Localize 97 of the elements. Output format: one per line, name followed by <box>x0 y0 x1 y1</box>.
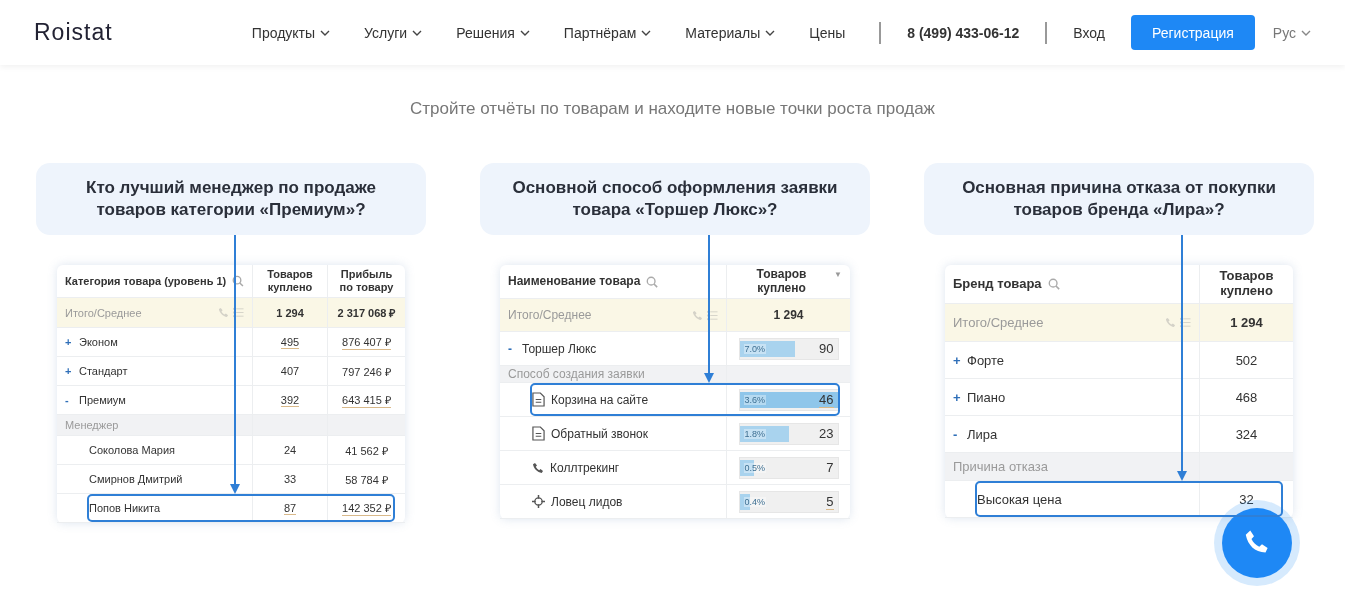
table-cell: 33 <box>283 473 297 485</box>
chevron-down-icon <box>641 29 652 36</box>
chevron-down-icon <box>519 29 530 36</box>
nav-menu-item[interactable]: Услуги <box>364 24 423 41</box>
table-cell: 324 <box>1235 426 1258 442</box>
table-cell: Попов Никита <box>89 502 161 514</box>
search-icon[interactable] <box>232 275 244 287</box>
table-cell: 24 <box>283 444 297 456</box>
expand-toggle[interactable]: - <box>953 426 961 442</box>
register-button[interactable]: Регистрация <box>1130 15 1255 50</box>
percent-label: 3.6% <box>743 394 766 405</box>
table-cell: Премиум <box>79 394 126 406</box>
percent-label: 7.0% <box>743 343 766 354</box>
language-selector[interactable]: Рус <box>1272 24 1311 41</box>
document-icon <box>532 392 545 407</box>
chevron-down-icon <box>320 29 331 36</box>
table-cell: Ловец лидов <box>551 494 623 509</box>
table-cell: Смирнов Дмитрий <box>89 473 183 485</box>
call-button[interactable] <box>1222 508 1292 578</box>
table-cell: 502 <box>1235 352 1258 368</box>
expand-toggle[interactable]: - <box>508 341 516 356</box>
table-cell: 1 294 <box>276 306 304 319</box>
login-link[interactable]: Вход <box>1073 24 1105 41</box>
table-cell: 46 <box>819 391 834 408</box>
question-bubble: Основная причина отказа от покупки товаров бренда «Лира»? <box>924 163 1314 235</box>
table-cell: Коллтрекинг <box>550 460 620 475</box>
percent-label: 0.4% <box>743 496 766 507</box>
crosshair-icon <box>532 495 545 508</box>
table-cell: 5 <box>826 493 834 510</box>
table-cell: 90 <box>819 341 834 356</box>
chevron-down-icon <box>1301 29 1311 36</box>
table-cell: Корзина на сайте <box>551 392 649 407</box>
phone-number-link[interactable]: 8 (499) 433-06-12 <box>907 24 1020 41</box>
table-cell: Пиано <box>967 389 1006 405</box>
table-cell: 1 294 <box>773 308 804 322</box>
document-icon <box>532 426 545 441</box>
phone-icon <box>532 461 544 474</box>
expand-toggle[interactable]: - <box>65 394 73 406</box>
nav-menu-item[interactable]: Партнёрам <box>563 24 652 41</box>
expand-toggle[interactable]: + <box>953 352 961 368</box>
table-cell: 876 407 ₽ <box>342 334 391 350</box>
table-cell: Соколова Мария <box>89 444 176 456</box>
column-header[interactable]: Наименование товара <box>508 274 641 289</box>
column-header[interactable]: Бренд товара <box>953 276 1042 292</box>
expand-toggle[interactable]: + <box>953 389 961 405</box>
column-header[interactable]: Категория товара (уровень 1) <box>65 274 227 288</box>
table-cell-text: 58 784 ₽ <box>345 472 388 487</box>
chevron-down-icon <box>412 29 423 36</box>
table-cell: Причина отказа <box>953 459 1049 474</box>
table-cell-text: 41 562 ₽ <box>345 443 388 458</box>
section-subtitle: Стройте отчёты по товарам и находите новые точки роста продаж <box>409 99 936 119</box>
table-cell: 87 <box>283 501 297 515</box>
expand-toggle[interactable]: + <box>65 336 73 348</box>
table-cell: Эконом <box>79 336 118 348</box>
column-header[interactable]: Товаров куплено <box>261 268 319 294</box>
list-icon[interactable] <box>707 309 718 321</box>
table-cell-text: 797 246 ₽ <box>342 364 391 379</box>
percent-label: 0.5% <box>743 462 766 473</box>
question-bubble: Основной способ оформления заявки товара «Торшер Люкс»? <box>480 163 870 235</box>
nav-menu-item[interactable]: Решения <box>456 24 530 41</box>
table-cell: 468 <box>1235 389 1258 405</box>
logo[interactable]: Roistat <box>34 19 113 46</box>
table-cell: Торшер Люкс <box>522 341 597 356</box>
table-cell: Итого/Среднее <box>953 315 1044 330</box>
table-cell-text: 2 317 068 ₽ <box>337 306 396 320</box>
nav-menu-item[interactable]: Продукты <box>251 24 331 41</box>
table-cell: Обратный звонок <box>551 426 649 441</box>
table-cell: Стандарт <box>79 365 128 377</box>
percent-label: 1.8% <box>743 428 766 439</box>
table-cell: 23 <box>819 426 834 441</box>
table-cell: 392 <box>280 393 300 407</box>
column-header[interactable]: Товаров куплено <box>735 267 829 296</box>
table-cell: Менеджер <box>65 419 119 431</box>
table-cell: Итого/Среднее <box>508 308 592 322</box>
table-cell: 643 415 ₽ <box>342 392 391 408</box>
table-cell: 495 <box>280 335 300 349</box>
list-icon[interactable] <box>233 307 244 318</box>
question-bubble: Кто лучший менеджер по продаже товаров категории «Премиум»? <box>36 163 426 235</box>
table-cell: 7 <box>826 460 834 475</box>
table-cell: 142 352 ₽ <box>342 500 391 516</box>
expand-toggle[interactable]: + <box>65 365 73 377</box>
table-cell: 32 <box>1239 491 1254 507</box>
table-cell: Способ создания заявки <box>508 367 645 381</box>
table-cell: Высокая цена <box>977 491 1062 507</box>
nav-menu-item[interactable]: Материалы <box>685 24 776 41</box>
column-header[interactable]: Товаров куплено <box>1208 269 1285 299</box>
table-cell: Форте <box>967 352 1005 368</box>
table-cell: Лира <box>967 426 998 442</box>
table-cell: 407 <box>280 365 300 377</box>
search-icon[interactable] <box>646 275 659 288</box>
table-cell: 1 294 <box>1230 315 1263 330</box>
column-header[interactable]: Прибыль по товару <box>336 268 397 294</box>
search-icon[interactable] <box>1047 278 1060 290</box>
nav-menu-item[interactable]: Цены <box>809 24 846 41</box>
chevron-down-icon <box>765 29 776 36</box>
table-cell: Итого/Среднее <box>65 306 142 319</box>
list-icon[interactable] <box>1180 317 1191 328</box>
